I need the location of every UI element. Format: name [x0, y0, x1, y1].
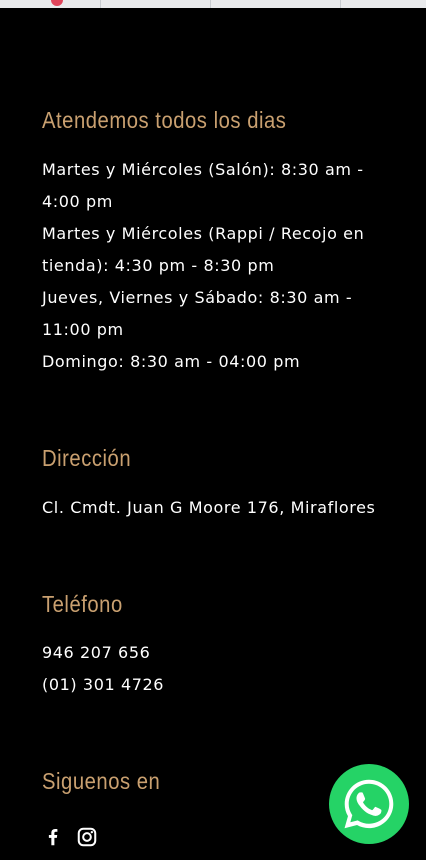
- map-road: [340, 0, 341, 8]
- hours-line: tienda): 4:30 pm - 8:30 pm: [42, 256, 275, 275]
- phone-number[interactable]: (01) 301 4726: [42, 669, 164, 701]
- map-pin-icon: [51, 0, 63, 6]
- phone-heading: Teléfono: [42, 591, 123, 617]
- hours-line: 4:00 pm: [42, 192, 113, 211]
- address-text: Cl. Cmdt. Juan G Moore 176, Miraflores: [42, 498, 376, 517]
- hours-line: Martes y Miércoles (Salón): 8:30 am -: [42, 160, 364, 179]
- whatsapp-button[interactable]: [329, 764, 409, 844]
- hours-line: Domingo: 8:30 am - 04:00 pm: [42, 352, 301, 371]
- phone-number[interactable]: 946 207 656: [42, 637, 150, 669]
- hours-line: 11:00 pm: [42, 320, 124, 339]
- hours-line: Jueves, Viernes y Sábado: 8:30 am -: [42, 288, 353, 307]
- facebook-icon[interactable]: [42, 826, 64, 848]
- whatsapp-icon: [344, 779, 394, 829]
- hours-line: Martes y Miércoles (Rappi / Recojo en: [42, 224, 365, 243]
- map-road: [100, 0, 101, 8]
- social-heading: Siguenos en: [42, 768, 161, 794]
- address-heading: Dirección: [42, 445, 132, 471]
- map-embed-edge[interactable]: [0, 0, 426, 8]
- hours-heading: Atendemos todos los dias: [42, 107, 287, 133]
- map-road: [210, 0, 211, 8]
- instagram-icon[interactable]: [76, 826, 98, 848]
